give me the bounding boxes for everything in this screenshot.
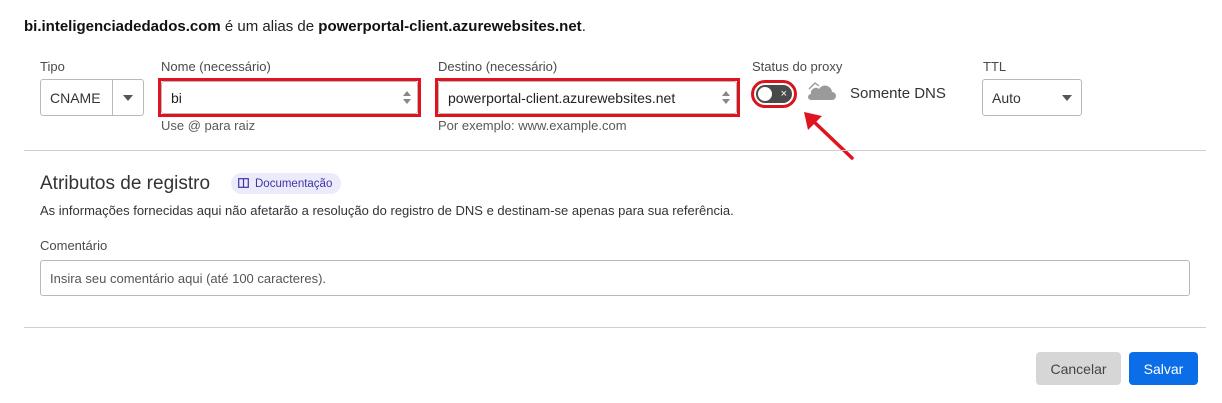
- name-input[interactable]: bi: [161, 81, 418, 114]
- ttl-select[interactable]: Auto: [982, 79, 1082, 116]
- type-select[interactable]: CNAME: [40, 79, 144, 116]
- name-hint: Use @ para raiz: [161, 118, 256, 133]
- alias-target: powerportal-client.azurewebsites.net: [318, 18, 582, 35]
- proxy-label: Status do proxy: [752, 59, 843, 74]
- section-title: Atributos de registro: [40, 173, 211, 194]
- destination-value: powerportal-client.azurewebsites.net: [448, 89, 676, 106]
- ttl-value: Auto: [992, 89, 1021, 106]
- save-button[interactable]: Salvar: [1129, 352, 1198, 385]
- divider: [24, 150, 1206, 151]
- toggle-knob: [758, 87, 772, 101]
- close-icon: ×: [780, 88, 787, 100]
- documentation-link-label: Documentação: [255, 177, 333, 190]
- comment-label: Comentário: [40, 238, 108, 253]
- alias-end: .: [581, 18, 586, 35]
- chevron-down-icon[interactable]: [112, 80, 143, 115]
- chevron-down-icon[interactable]: [1053, 94, 1081, 101]
- alias-summary: bi.inteligenciadedados.com é um alias de…: [24, 18, 586, 35]
- comment-input[interactable]: Insira seu comentário aqui (até 100 cara…: [40, 260, 1190, 296]
- alias-middle: é um alias de: [220, 18, 319, 35]
- destination-hint: Por exemplo: www.example.com: [438, 118, 627, 133]
- spinner-icon[interactable]: [401, 91, 413, 104]
- cancel-button[interactable]: Cancelar: [1036, 352, 1121, 385]
- alias-domain: bi.inteligenciadedados.com: [24, 18, 221, 35]
- ttl-label: TTL: [983, 59, 1007, 74]
- arrow-icon: [800, 108, 860, 169]
- type-value: CNAME: [50, 89, 101, 106]
- comment-placeholder: Insira seu comentário aqui (até 100 cara…: [50, 270, 327, 286]
- proxy-toggle[interactable]: ×: [756, 85, 792, 103]
- divider: [24, 327, 1206, 328]
- destination-label: Destino (necessário): [438, 59, 558, 74]
- type-label: Tipo: [40, 59, 65, 74]
- spinner-icon[interactable]: [720, 91, 732, 104]
- name-value: bi: [171, 89, 182, 106]
- destination-input[interactable]: powerportal-client.azurewebsites.net: [438, 81, 737, 114]
- proxy-status-text: Somente DNS: [850, 85, 946, 102]
- name-label: Nome (necessário): [161, 59, 271, 74]
- section-description: As informações fornecidas aqui não afeta…: [40, 203, 734, 218]
- cloud-icon: [805, 80, 837, 107]
- book-icon: [238, 175, 249, 193]
- documentation-link[interactable]: Documentação: [231, 173, 342, 194]
